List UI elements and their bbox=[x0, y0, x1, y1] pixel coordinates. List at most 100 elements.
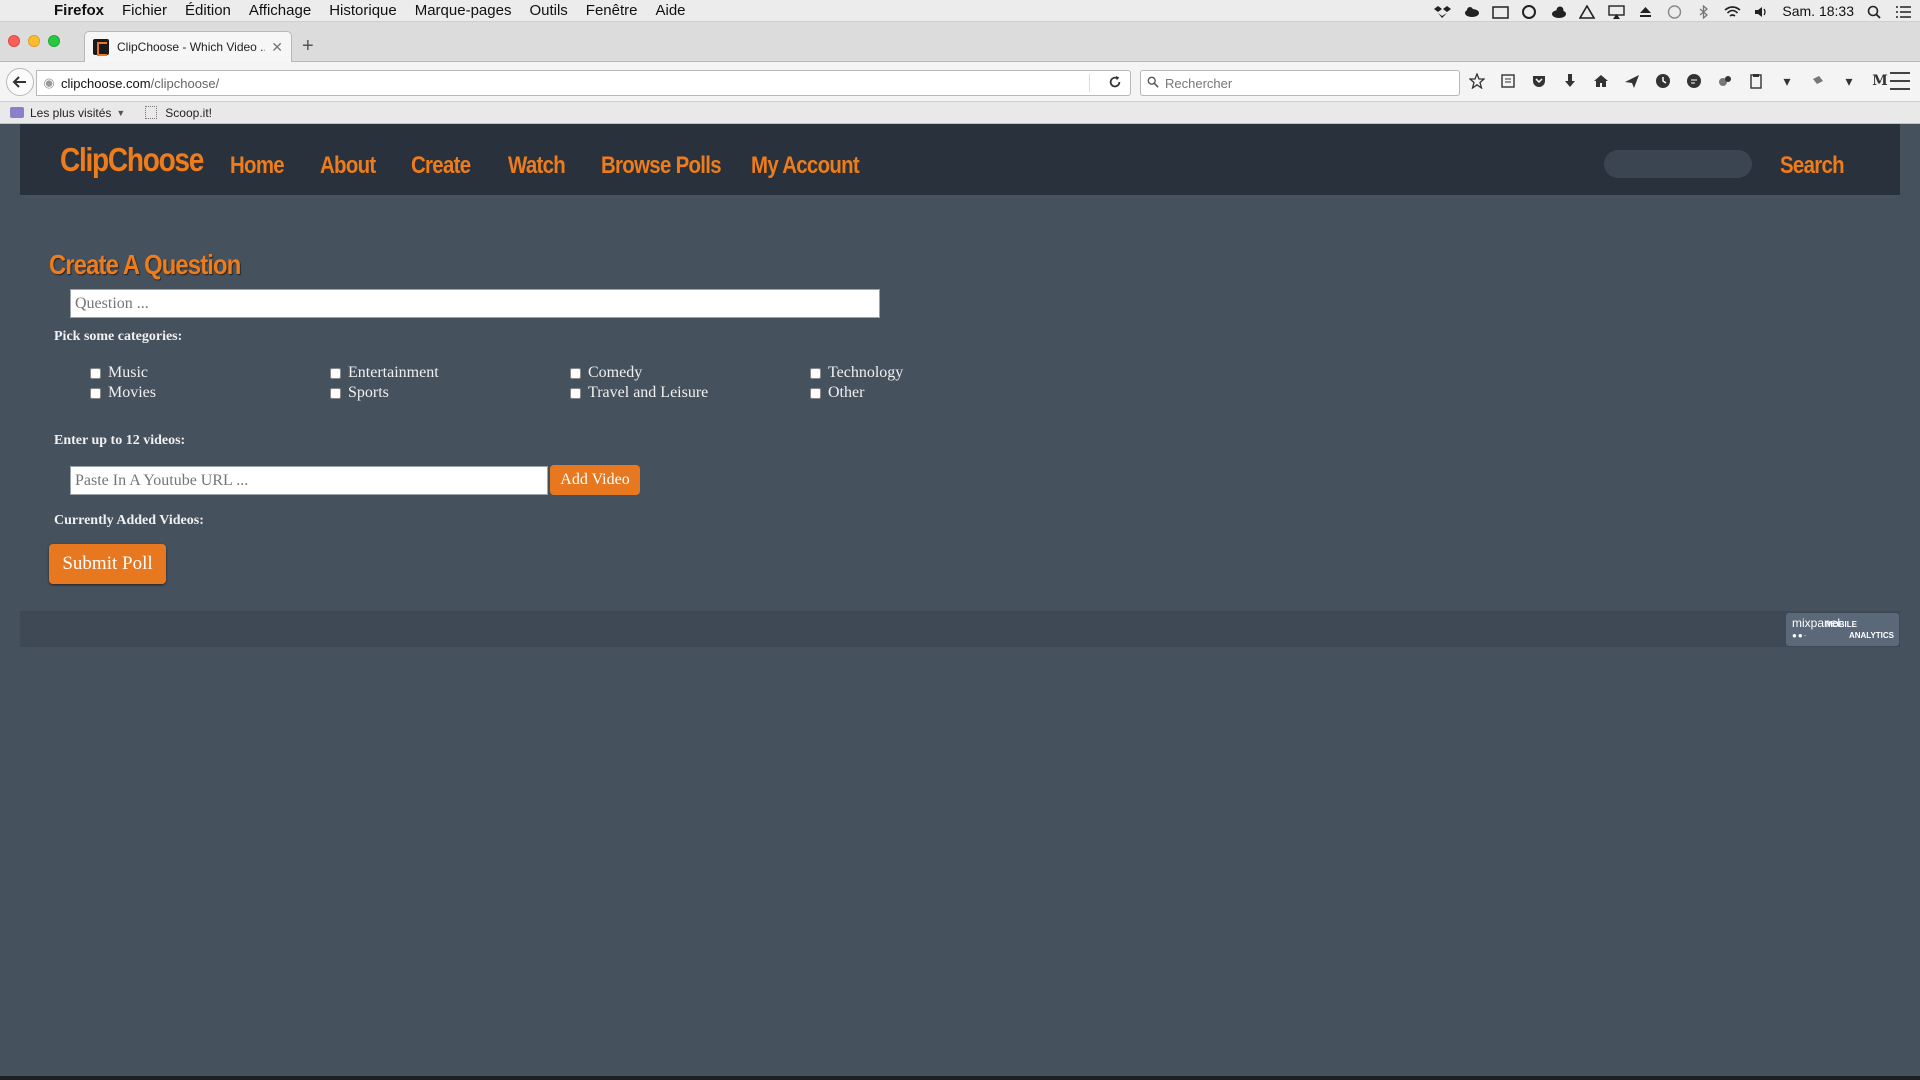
url-bar[interactable]: ◉ clipchoose.com/clipchoose/ bbox=[36, 70, 1131, 96]
extension-icon[interactable] bbox=[1716, 72, 1734, 90]
back-arrow-icon bbox=[12, 76, 26, 88]
checkbox[interactable] bbox=[330, 367, 341, 379]
search-icon bbox=[1141, 76, 1165, 91]
bug-icon[interactable] bbox=[1809, 72, 1827, 90]
menu-outils[interactable]: Outils bbox=[520, 2, 576, 19]
bookmark-label: Les plus visités bbox=[30, 105, 112, 120]
category-technology[interactable]: Technology bbox=[810, 364, 903, 382]
home-icon[interactable] bbox=[1592, 72, 1610, 90]
menu-app-firefox[interactable]: Firefox bbox=[48, 2, 113, 19]
chevron-down-icon: ▼ bbox=[116, 107, 126, 118]
drive-icon[interactable] bbox=[1578, 3, 1596, 19]
add-video-button[interactable]: Add Video bbox=[550, 465, 640, 495]
eject-icon[interactable] bbox=[1637, 5, 1654, 18]
menu-fenetre[interactable]: Fenêtre bbox=[577, 2, 647, 19]
checkbox[interactable] bbox=[810, 367, 821, 379]
menu-historique[interactable]: Historique bbox=[320, 2, 406, 19]
site-info-icon[interactable]: ◉ bbox=[37, 75, 61, 91]
nav-browse-polls[interactable]: Browse Polls bbox=[601, 152, 722, 180]
menu-extras: Sam. 18:33 bbox=[1434, 0, 1912, 22]
back-button[interactable] bbox=[6, 68, 34, 96]
chat-icon[interactable] bbox=[1685, 72, 1703, 90]
category-label: Other bbox=[828, 384, 865, 401]
menu-edition[interactable]: Édition bbox=[176, 2, 240, 19]
m-extension-icon[interactable]: M bbox=[1871, 72, 1889, 90]
close-window-button[interactable] bbox=[8, 35, 20, 47]
bookmark-label: Scoop.it! bbox=[165, 105, 212, 120]
clipboard-dropdown-icon[interactable]: ▾ bbox=[1778, 72, 1796, 90]
menu-affichage[interactable]: Affichage bbox=[240, 2, 320, 19]
question-input[interactable] bbox=[70, 289, 880, 318]
checkbox[interactable] bbox=[90, 387, 101, 399]
search-bar[interactable]: Rechercher bbox=[1140, 70, 1460, 96]
site-search-input[interactable] bbox=[1604, 150, 1752, 178]
window-controls bbox=[8, 35, 60, 47]
bookmark-most-visited[interactable]: Les plus visités ▼ bbox=[0, 106, 135, 120]
menu-aide[interactable]: Aide bbox=[647, 2, 695, 19]
time-machine-icon[interactable] bbox=[1666, 4, 1683, 19]
wifi-icon[interactable] bbox=[1724, 5, 1741, 18]
notification-center-icon[interactable] bbox=[1895, 5, 1912, 18]
icloud-icon[interactable] bbox=[1550, 5, 1567, 18]
category-label: Music bbox=[108, 364, 148, 381]
tab-title: ClipChoose - Which Video ... bbox=[117, 40, 266, 54]
site-search-button[interactable]: Search bbox=[1780, 152, 1845, 180]
menu-hamburger-icon[interactable] bbox=[1890, 72, 1910, 90]
checkbox[interactable] bbox=[570, 387, 581, 399]
bug-dropdown-icon[interactable]: ▾ bbox=[1840, 72, 1858, 90]
category-travel-and-leisure[interactable]: Travel and Leisure bbox=[570, 384, 708, 402]
category-entertainment[interactable]: Entertainment bbox=[330, 364, 439, 382]
close-tab-icon[interactable]: ✕ bbox=[271, 39, 283, 56]
nav-my-account[interactable]: My Account bbox=[751, 152, 860, 180]
checkbox[interactable] bbox=[90, 367, 101, 379]
youtube-url-input[interactable] bbox=[70, 466, 548, 495]
checkbox[interactable] bbox=[810, 387, 821, 399]
nav-create[interactable]: Create bbox=[411, 152, 471, 180]
mixpanel-dots-icon: ●●· bbox=[1792, 631, 1808, 640]
pocket-icon[interactable] bbox=[1530, 72, 1548, 90]
tab-strip: ClipChoose - Which Video ... ✕ + bbox=[0, 22, 1920, 62]
mixpanel-badge[interactable]: mixpanel MOBILE ANALYTICS ●●· bbox=[1786, 613, 1899, 646]
clipboard-icon[interactable] bbox=[1747, 72, 1765, 90]
url-path: /clipchoose/ bbox=[150, 75, 220, 91]
spotlight-icon[interactable] bbox=[1866, 5, 1883, 19]
clock[interactable]: Sam. 18:33 bbox=[1782, 3, 1854, 19]
window-bottom-edge bbox=[0, 1076, 1920, 1080]
menu-marque-pages[interactable]: Marque-pages bbox=[406, 2, 521, 19]
category-other[interactable]: Other bbox=[810, 384, 864, 402]
new-tab-button[interactable]: + bbox=[302, 35, 314, 58]
airplay-icon[interactable] bbox=[1608, 4, 1626, 19]
bookmark-scoopit[interactable]: Scoop.it! bbox=[135, 106, 222, 120]
bluetooth-icon[interactable] bbox=[1695, 4, 1712, 19]
send-icon[interactable] bbox=[1623, 72, 1641, 90]
volume-icon[interactable] bbox=[1753, 5, 1770, 18]
nav-home[interactable]: Home bbox=[230, 152, 285, 180]
menu-fichier[interactable]: Fichier bbox=[113, 2, 176, 19]
reading-list-icon[interactable] bbox=[1499, 72, 1517, 90]
category-label: Movies bbox=[108, 384, 156, 401]
history-icon[interactable] bbox=[1654, 72, 1672, 90]
nav-watch[interactable]: Watch bbox=[508, 152, 566, 180]
zoom-window-button[interactable] bbox=[48, 35, 60, 47]
creative-cloud-icon[interactable] bbox=[1521, 4, 1538, 19]
cloud-icon[interactable] bbox=[1463, 5, 1480, 18]
category-movies[interactable]: Movies bbox=[90, 384, 156, 402]
photo-icon[interactable] bbox=[1492, 5, 1510, 19]
reload-icon[interactable] bbox=[1108, 75, 1122, 92]
site-logo[interactable]: ClipChoose bbox=[60, 141, 204, 179]
category-sports[interactable]: Sports bbox=[330, 384, 389, 402]
minimize-window-button[interactable] bbox=[28, 35, 40, 47]
submit-poll-button[interactable]: Submit Poll bbox=[49, 544, 166, 584]
checkbox[interactable] bbox=[570, 367, 581, 379]
clipchoose-favicon-icon bbox=[93, 39, 109, 56]
dropbox-icon[interactable] bbox=[1434, 5, 1452, 18]
nav-about[interactable]: About bbox=[320, 152, 376, 180]
category-comedy[interactable]: Comedy bbox=[570, 364, 642, 382]
page-title: Create A Question bbox=[49, 249, 241, 280]
tab-clipchoose[interactable]: ClipChoose - Which Video ... ✕ bbox=[84, 31, 292, 62]
download-icon[interactable] bbox=[1561, 72, 1579, 90]
checkbox[interactable] bbox=[330, 387, 341, 399]
bookmark-star-icon[interactable] bbox=[1468, 72, 1486, 90]
category-music[interactable]: Music bbox=[90, 364, 148, 382]
bookmarks-bar: Les plus visités ▼ Scoop.it! bbox=[0, 102, 1920, 124]
